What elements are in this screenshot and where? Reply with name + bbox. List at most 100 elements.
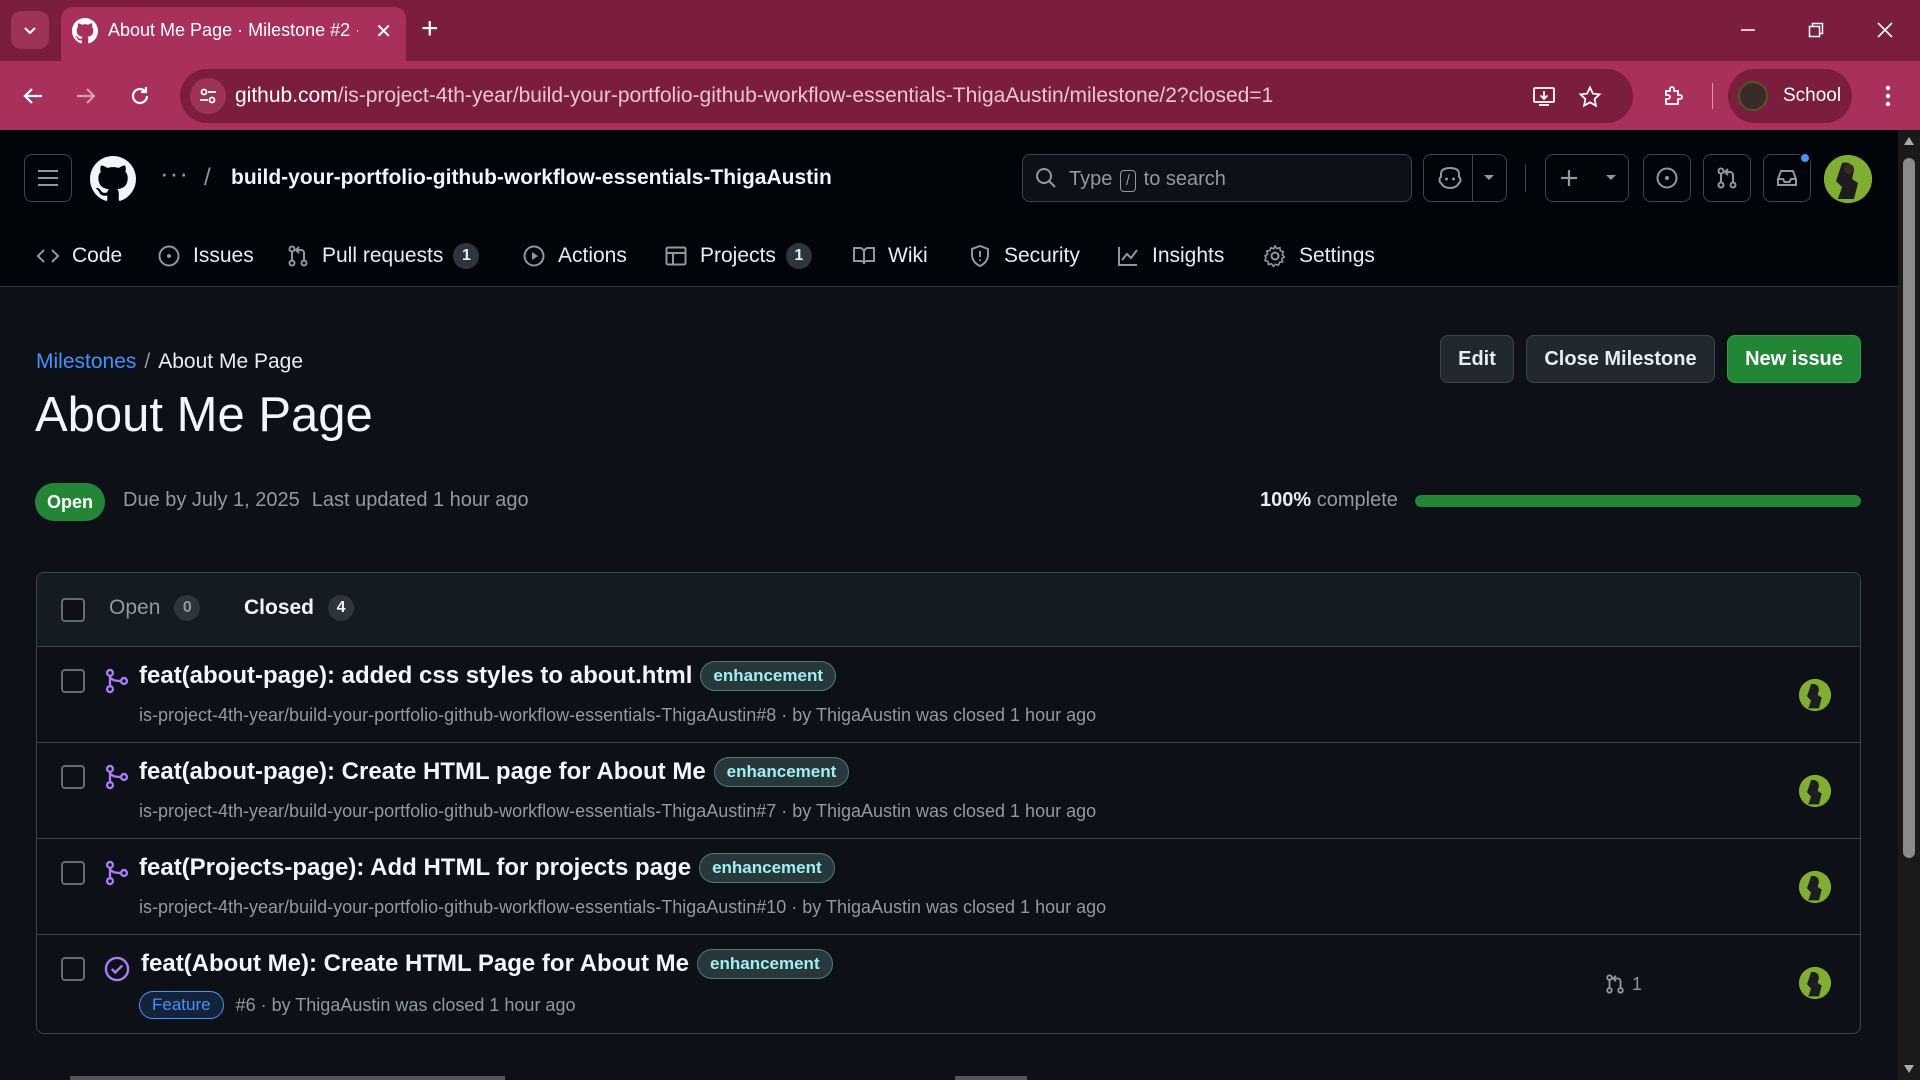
filter-closed-label: Closed (244, 596, 315, 619)
extensions-button[interactable] (1656, 78, 1692, 114)
scroll-down-icon (1904, 1065, 1914, 1073)
milestone-meta: Due by July 1, 2025 Last updated 1 hour a… (123, 489, 529, 512)
browser-tab-active[interactable]: About Me Page · Milestone #2 · is-projec… (61, 7, 406, 61)
tab-insights[interactable]: Insights (1116, 236, 1224, 276)
issue-title-link[interactable]: feat(Projects-page): Add HTML for projec… (139, 853, 835, 883)
merged-pr-icon (105, 668, 129, 694)
due-date: Due by July 1, 2025 (123, 489, 300, 511)
edit-button[interactable]: Edit (1440, 335, 1514, 383)
filter-closed[interactable]: Closed 4 (244, 595, 355, 621)
list-item[interactable]: feat(Projects-page): Add HTML for projec… (37, 839, 1860, 935)
row-checkbox[interactable] (61, 957, 85, 981)
assignee-avatar[interactable] (1799, 871, 1831, 903)
linked-pull-requests[interactable]: 1 (1604, 973, 1642, 995)
progress-percent: 100% (1260, 489, 1312, 511)
issue-type-badge[interactable]: Feature (139, 991, 224, 1019)
horizontal-scrollbar-thumb[interactable] (70, 1076, 505, 1080)
label-badge[interactable]: enhancement (700, 661, 836, 691)
tab-issues[interactable]: Issues (157, 236, 254, 276)
bookmark-button[interactable] (1574, 81, 1606, 113)
list-item[interactable]: feat(about-page): added css styles to ab… (37, 647, 1860, 743)
copilot-button[interactable] (1423, 154, 1507, 202)
assignee-avatar[interactable] (1799, 679, 1831, 711)
row-checkbox[interactable] (61, 765, 85, 789)
close-window-button[interactable] (1867, 14, 1903, 46)
browser-menu-button[interactable] (1873, 78, 1903, 114)
table-icon (665, 246, 687, 266)
close-icon (1877, 22, 1893, 38)
issue-meta: is-project-4th-year/build-your-portfolio… (139, 897, 1107, 917)
list-item[interactable]: feat(About Me): Create HTML Page for Abo… (37, 935, 1860, 1031)
list-item[interactable]: feat(about-page): Create HTML page for A… (37, 743, 1860, 839)
tab-actions[interactable]: Actions (522, 236, 627, 276)
tab-pull-requests[interactable]: Pull requests 1 (286, 236, 480, 276)
search-icon (1036, 168, 1056, 188)
reload-button[interactable] (122, 78, 158, 114)
assignee-avatar[interactable] (1799, 775, 1831, 807)
tab-settings[interactable]: Settings (1263, 236, 1375, 276)
closed-counter: 4 (328, 595, 355, 621)
issue-meta: is-project-4th-year/build-your-portfolio… (139, 801, 1097, 821)
breadcrumb-separator: / (144, 350, 151, 373)
github-logo-icon[interactable] (90, 156, 136, 202)
issue-opened-icon (1656, 167, 1678, 189)
tab-search-button[interactable] (11, 11, 49, 49)
row-checkbox[interactable] (61, 861, 85, 885)
issue-title-link[interactable]: feat(about-page): Create HTML page for A… (139, 757, 850, 787)
arrow-right-icon (77, 88, 96, 104)
install-app-button[interactable] (1528, 81, 1560, 113)
issue-title-link[interactable]: feat(about-page): added css styles to ab… (139, 661, 836, 691)
tab-wiki[interactable]: Wiki (852, 236, 928, 276)
label-badge[interactable]: enhancement (697, 949, 833, 979)
status-badge: Open (35, 483, 106, 521)
row-checkbox[interactable] (61, 669, 85, 693)
git-pull-request-icon (288, 245, 308, 267)
address-bar[interactable]: github.com/is-project-4th-year/build-you… (180, 69, 1633, 123)
back-button[interactable] (15, 78, 51, 114)
reload-icon (131, 87, 149, 105)
new-issue-button[interactable]: New issue (1727, 335, 1861, 383)
tab-projects[interactable]: Projects 1 (664, 236, 812, 276)
assignee-avatar[interactable] (1799, 967, 1831, 999)
caret-down-icon (1484, 175, 1494, 180)
closed-issue-icon (104, 956, 130, 982)
notification-indicator (1799, 152, 1811, 164)
tab-code[interactable]: Code (36, 236, 122, 276)
owner-overflow-button[interactable]: ··· (160, 158, 189, 189)
filter-open[interactable]: Open 0 (109, 595, 201, 621)
tab-close-icon[interactable]: ✕ (375, 19, 392, 44)
new-tab-button[interactable]: + (421, 12, 439, 46)
tab-insights-label: Insights (1152, 244, 1225, 267)
label-badge[interactable]: enhancement (699, 853, 835, 883)
minimize-button[interactable] (1730, 14, 1766, 46)
your-pull-requests-button[interactable] (1703, 154, 1751, 202)
tab-wiki-label: Wiki (888, 244, 928, 267)
tab-security[interactable]: Security (968, 236, 1080, 276)
vertical-scrollbar[interactable] (1898, 130, 1920, 1080)
site-info-button[interactable] (190, 78, 226, 114)
pull-requests-counter: 1 (453, 243, 480, 269)
create-new-button[interactable] (1545, 154, 1629, 202)
gear-icon (1263, 244, 1286, 268)
search-input[interactable]: Type / to search (1022, 154, 1412, 202)
user-avatar[interactable] (1824, 155, 1872, 203)
milestones-link[interactable]: Milestones (36, 350, 136, 373)
profile-button[interactable]: School (1728, 69, 1852, 123)
issue-title-link[interactable]: feat(About Me): Create HTML Page for Abo… (141, 949, 833, 979)
restore-button[interactable] (1798, 14, 1834, 46)
scrollbar-thumb[interactable] (1903, 158, 1915, 858)
close-milestone-button[interactable]: Close Milestone (1526, 335, 1715, 383)
issue-title: feat(About Me): Create HTML Page for Abo… (141, 950, 690, 977)
inbox-icon (1777, 170, 1797, 186)
puzzle-icon (1665, 86, 1683, 105)
label-badge[interactable]: enhancement (713, 757, 850, 787)
repo-name-link[interactable]: build-your-portfolio-github-workflow-ess… (231, 166, 832, 190)
graph-icon (1118, 247, 1138, 266)
open-counter: 0 (174, 595, 201, 621)
select-all-checkbox[interactable] (61, 598, 85, 622)
your-issues-button[interactable] (1643, 154, 1691, 202)
tab-issues-label: Issues (193, 244, 254, 267)
forward-button[interactable] (68, 78, 104, 114)
global-menu-button[interactable] (24, 154, 72, 202)
repo-navigation: Code Issues Pull requests 1 Actions Proj… (0, 228, 1898, 286)
